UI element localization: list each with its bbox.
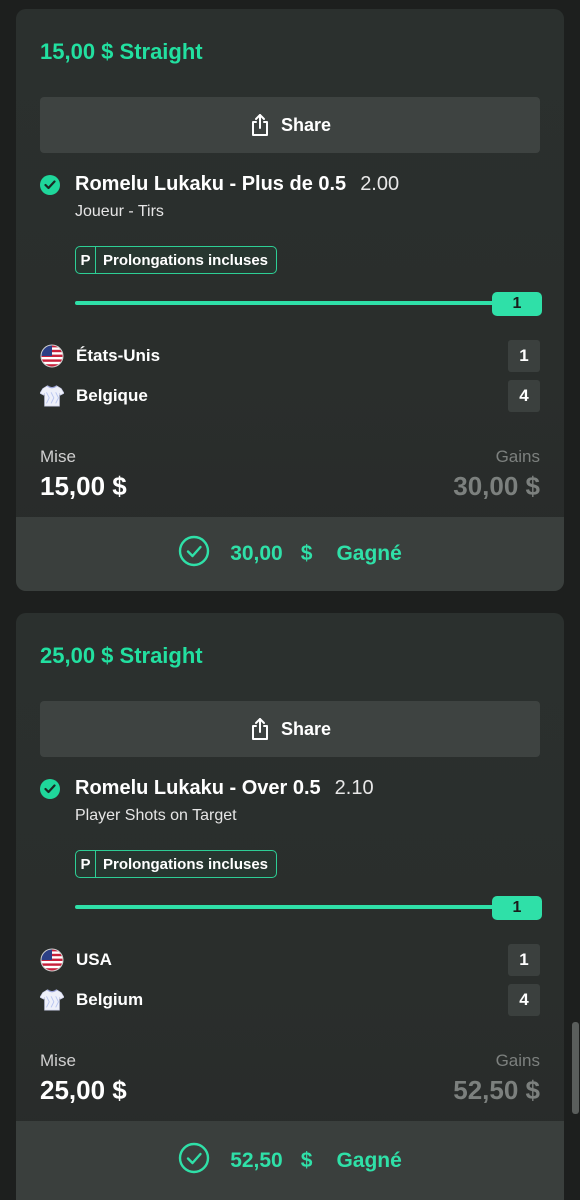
overtime-badge-letter: P bbox=[76, 851, 96, 877]
belgium-jersey-icon bbox=[40, 384, 64, 408]
stake-label: Mise bbox=[40, 447, 76, 466]
progress-bar bbox=[75, 905, 495, 909]
share-label: Share bbox=[280, 718, 332, 739]
check-icon bbox=[40, 175, 60, 195]
gains-label: Gains bbox=[495, 1051, 540, 1070]
overtime-badge-letter: P bbox=[76, 247, 96, 273]
team-name: Belgique bbox=[76, 386, 148, 405]
stake-value: 15,00 $ bbox=[40, 471, 127, 501]
team-row: USA 1 bbox=[40, 944, 540, 976]
selection-title: Romelu Lukaku - Over 0.5 2.10 bbox=[75, 777, 374, 800]
scrollbar-thumb[interactable] bbox=[572, 1022, 579, 1114]
progress-value: 1 bbox=[492, 292, 542, 316]
usa-flag-icon bbox=[40, 948, 64, 972]
result-amount: 52,50 bbox=[230, 1148, 283, 1172]
bet-card: 15,00 $ Straight Share Romelu Lukaku - P… bbox=[16, 9, 564, 591]
progress-value: 1 bbox=[492, 896, 542, 920]
overtime-badge: P Prolongations incluses bbox=[75, 246, 278, 274]
result-bar: 30,00 $ Gagné bbox=[16, 517, 564, 591]
market-name: Joueur - Tirs bbox=[75, 203, 164, 220]
gains-value: 52,50 $ bbox=[453, 1075, 540, 1105]
progress-bar bbox=[75, 301, 495, 305]
share-icon bbox=[249, 717, 271, 741]
team-score: 1 bbox=[508, 340, 540, 372]
selection-name: Romelu Lukaku - Plus de 0.5 bbox=[75, 173, 347, 195]
bet-card: 25,00 $ Straight Share Romelu Lukaku - O… bbox=[16, 613, 564, 1200]
belgium-jersey-icon bbox=[40, 988, 64, 1012]
selection-title: Romelu Lukaku - Plus de 0.5 2.00 bbox=[75, 173, 399, 196]
bet-title: 15,00 $ Straight bbox=[40, 39, 203, 64]
selection-odds: 2.10 bbox=[334, 777, 374, 799]
market-name: Player Shots on Target bbox=[75, 807, 237, 824]
gains-label: Gains bbox=[495, 447, 540, 466]
overtime-badge: P Prolongations incluses bbox=[75, 850, 278, 878]
team-row: États-Unis 1 bbox=[40, 340, 540, 372]
result-currency: $ bbox=[300, 542, 313, 565]
team-score: 1 bbox=[508, 944, 540, 976]
share-icon bbox=[249, 113, 271, 137]
overtime-badge-label: Prolongations incluses bbox=[103, 251, 269, 269]
team-score: 4 bbox=[508, 984, 540, 1016]
stake-value: 25,00 $ bbox=[40, 1075, 127, 1105]
result-amount: 30,00 bbox=[230, 542, 283, 565]
gains-value: 30,00 $ bbox=[453, 471, 540, 501]
team-row: Belgium 4 bbox=[40, 984, 540, 1016]
stake-label: Mise bbox=[40, 1051, 76, 1070]
check-icon bbox=[40, 779, 60, 799]
usa-flag-icon bbox=[40, 344, 64, 368]
result-currency: $ bbox=[300, 1148, 313, 1172]
selection-name: Romelu Lukaku - Over 0.5 bbox=[75, 777, 321, 799]
share-button[interactable]: Share bbox=[40, 701, 540, 757]
result-status: Gagné bbox=[336, 542, 402, 565]
check-circle-icon bbox=[178, 1142, 210, 1180]
team-name: Belgium bbox=[76, 990, 144, 1009]
share-label: Share bbox=[280, 114, 332, 135]
team-score: 4 bbox=[508, 380, 540, 412]
selection-odds: 2.00 bbox=[360, 173, 400, 195]
result-status: Gagné bbox=[336, 1148, 402, 1172]
team-row: Belgique 4 bbox=[40, 380, 540, 412]
team-name: USA bbox=[76, 950, 112, 969]
bet-title: 25,00 $ Straight bbox=[40, 643, 203, 668]
share-button[interactable]: Share bbox=[40, 97, 540, 153]
result-bar: 52,50 $ Gagné bbox=[16, 1121, 564, 1200]
check-circle-icon bbox=[178, 535, 210, 573]
team-name: États-Unis bbox=[76, 346, 161, 365]
overtime-badge-label: Prolongations incluses bbox=[103, 855, 269, 873]
